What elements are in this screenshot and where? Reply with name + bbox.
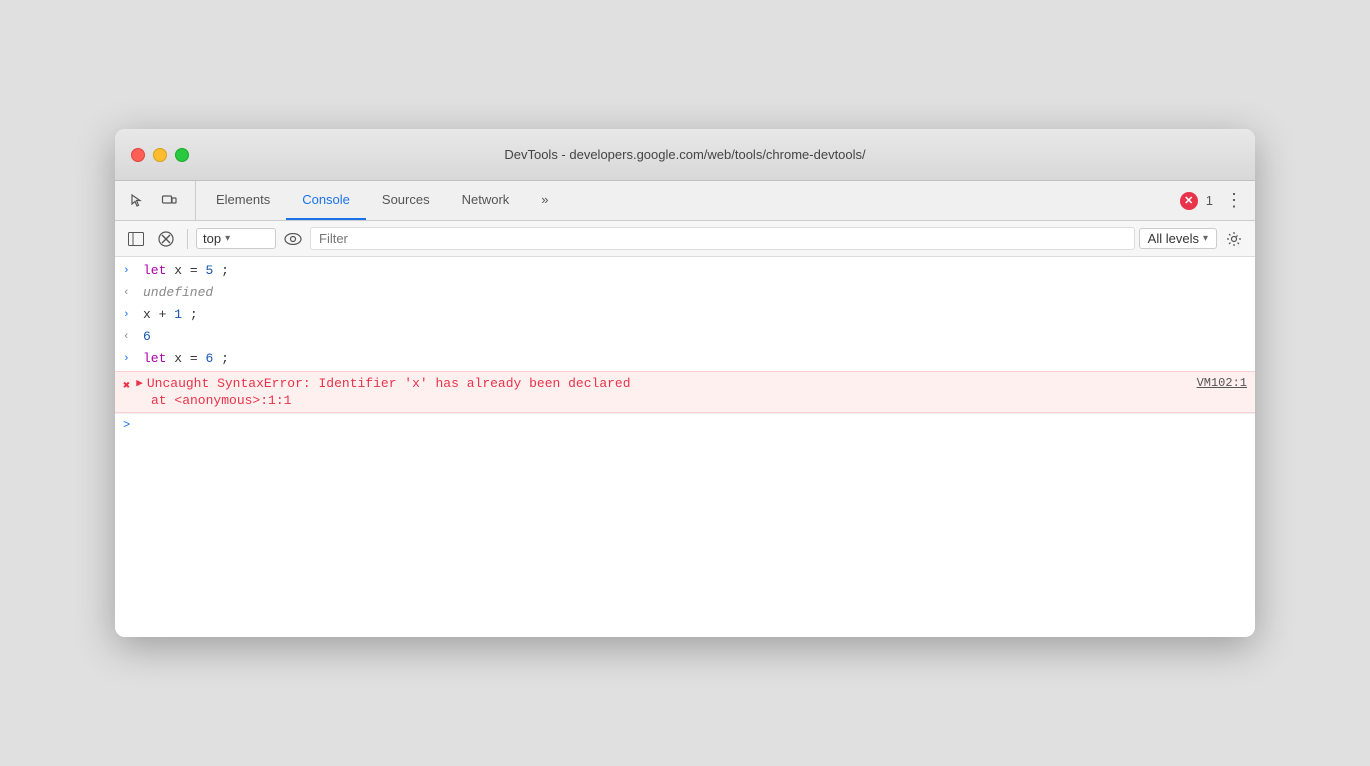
- tab-network[interactable]: Network: [446, 181, 526, 220]
- context-value: top: [203, 231, 221, 246]
- line-content-5: let x = 6 ;: [143, 351, 1247, 366]
- tab-bar: Elements Console Sources Network » ✕ 1 ⋮: [115, 181, 1255, 221]
- error-x-icon: ✕: [1184, 194, 1193, 207]
- prompt-arrow: >: [123, 418, 130, 432]
- select-element-icon[interactable]: [123, 187, 151, 215]
- console-toolbar: top ▾ All levels ▾: [115, 221, 1255, 257]
- line-content-2: undefined: [143, 285, 1247, 300]
- input-arrow-3: ›: [123, 307, 137, 321]
- device-toggle-icon[interactable]: [155, 187, 183, 215]
- tab-bar-right: ✕ 1 ⋮: [1172, 181, 1247, 220]
- close-button[interactable]: [131, 148, 145, 162]
- error-stack: at <anonymous>:1:1: [123, 393, 291, 408]
- error-message: Uncaught SyntaxError: Identifier 'x' has…: [147, 376, 631, 391]
- console-line-2: ‹ undefined: [115, 283, 1255, 305]
- input-arrow-5: ›: [123, 351, 137, 365]
- kw-let-1: let: [143, 263, 166, 278]
- console-line-1: › let x = 5 ;: [115, 261, 1255, 283]
- tab-elements[interactable]: Elements: [200, 181, 286, 220]
- line-content-4: 6: [143, 329, 1247, 344]
- error-expand-icon[interactable]: ▶: [136, 376, 143, 390]
- error-badge: ✕: [1180, 192, 1198, 210]
- error-count: 1: [1206, 193, 1213, 208]
- level-dropdown-arrow: ▾: [1203, 233, 1208, 244]
- devtools-window: DevTools - developers.google.com/web/too…: [115, 129, 1255, 637]
- tab-bar-left-icons: [123, 181, 196, 220]
- error-main-row: ✖ ▶ Uncaught SyntaxError: Identifier 'x'…: [123, 376, 1247, 393]
- error-line: ✖ ▶ Uncaught SyntaxError: Identifier 'x'…: [115, 371, 1255, 413]
- minimize-button[interactable]: [153, 148, 167, 162]
- output-arrow-2: ‹: [123, 285, 137, 299]
- sidebar-toggle-icon[interactable]: [123, 226, 149, 252]
- maximize-button[interactable]: [175, 148, 189, 162]
- line-content-3: x + 1 ;: [143, 307, 1247, 322]
- traffic-lights: [131, 148, 189, 162]
- error-circle-icon: ✖: [123, 376, 130, 393]
- level-label: All levels: [1148, 231, 1199, 246]
- error-location[interactable]: VM102:1: [1197, 376, 1247, 390]
- window-title: DevTools - developers.google.com/web/too…: [504, 147, 865, 162]
- tab-more[interactable]: »: [525, 181, 564, 220]
- console-settings-icon[interactable]: [1221, 226, 1247, 252]
- context-dropdown-arrow: ▾: [225, 233, 230, 244]
- tab-console[interactable]: Console: [286, 181, 366, 220]
- output-arrow-4: ‹: [123, 329, 137, 343]
- context-selector[interactable]: top ▾: [196, 228, 276, 249]
- line-content-1: let x = 5 ;: [143, 263, 1247, 278]
- input-arrow-1: ›: [123, 263, 137, 277]
- live-expressions-icon[interactable]: [280, 226, 306, 252]
- title-bar: DevTools - developers.google.com/web/too…: [115, 129, 1255, 181]
- console-line-5: › let x = 6 ;: [115, 349, 1255, 371]
- console-input-line[interactable]: >: [115, 413, 1255, 436]
- toolbar-divider-1: [187, 229, 188, 249]
- tabs: Elements Console Sources Network »: [200, 181, 1172, 220]
- console-output: › let x = 5 ; ‹ undefined › x + 1 ;: [115, 257, 1255, 637]
- log-level-selector[interactable]: All levels ▾: [1139, 228, 1217, 249]
- more-menu-icon[interactable]: ⋮: [1221, 190, 1247, 211]
- tab-sources[interactable]: Sources: [366, 181, 446, 220]
- console-line-4: ‹ 6: [115, 327, 1255, 349]
- clear-console-icon[interactable]: [153, 226, 179, 252]
- filter-input[interactable]: [310, 227, 1135, 250]
- console-line-3: › x + 1 ;: [115, 305, 1255, 327]
